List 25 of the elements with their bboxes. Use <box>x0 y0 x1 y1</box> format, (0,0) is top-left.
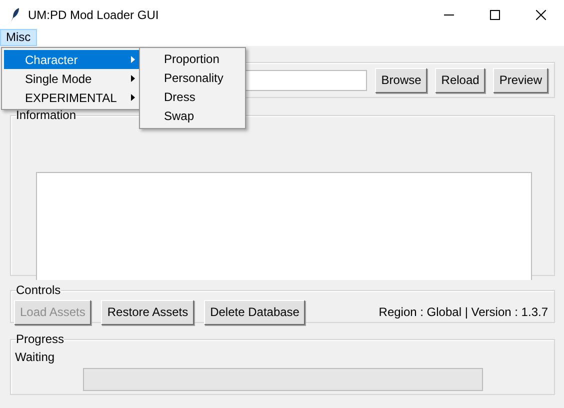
menu-item[interactable]: Single Mode <box>4 69 141 88</box>
menu-item[interactable]: Character <box>4 50 141 69</box>
progress-status: Waiting <box>15 350 56 364</box>
frame-title: Progress <box>16 333 64 346</box>
submenu-arrow-icon <box>131 56 135 63</box>
action-button[interactable]: Restore Assets <box>101 300 194 324</box>
file-button[interactable]: Preview <box>493 68 548 92</box>
file-button[interactable]: Browse <box>375 68 428 92</box>
menu-bar-item[interactable]: Misc <box>0 29 37 46</box>
feather-icon <box>10 6 20 22</box>
frame-title: Controls <box>16 284 61 297</box>
submenu-item[interactable]: Swap <box>142 107 244 126</box>
file-button[interactable]: Reload <box>435 68 486 92</box>
submenu-item[interactable]: Proportion <box>142 50 244 69</box>
maximize-icon[interactable] <box>490 10 500 20</box>
version-info: Region : Global | Version : 1.3.7 <box>378 305 548 319</box>
frame-title: Information <box>16 109 76 122</box>
close-icon[interactable] <box>536 10 546 20</box>
action-button[interactable]: Delete Database <box>204 300 306 324</box>
submenu-item[interactable]: Personality <box>142 69 244 88</box>
submenu-item[interactable]: Dress <box>142 88 244 107</box>
window-title: UM:PD Mod Loader GUI <box>28 8 159 22</box>
submenu-arrow-icon <box>131 94 135 101</box>
submenu-arrow-icon <box>131 75 135 82</box>
menu-item[interactable]: EXPERIMENTAL <box>4 88 141 107</box>
